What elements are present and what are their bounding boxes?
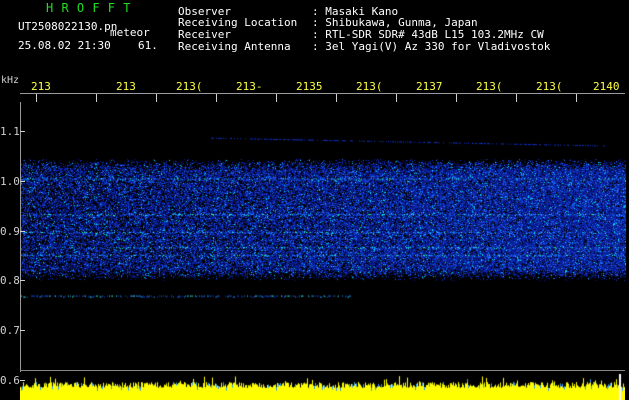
x-tick-label: 213- [236, 80, 263, 93]
y-tick-label: 0.7 [0, 324, 20, 337]
x-tick-label: 213( [176, 80, 203, 93]
x-tick-label: 213( [536, 80, 563, 93]
y-tick-label: 0.6 [0, 374, 20, 387]
y-tick-mark [20, 231, 25, 232]
x-tick-mark [576, 94, 577, 102]
y-tick-mark [20, 280, 25, 281]
x-tick-mark [36, 94, 37, 102]
app-title: H R O F F T [46, 1, 131, 15]
y-tick-label: 1.0 [0, 175, 20, 188]
antenna-value: : 3el Yagi(V) Az 330 for Vladivostok [312, 40, 551, 53]
x-tick-label: 2135 [296, 80, 323, 93]
location-label: Receiving Location [178, 16, 298, 29]
signal-baseline [20, 370, 625, 371]
y-axis-unit: kHz [1, 75, 20, 86]
x-tick-mark [396, 94, 397, 102]
x-tick-mark [336, 94, 337, 102]
x-tick-mark [276, 94, 277, 102]
x-tick-label: 213 [116, 80, 136, 93]
spectrogram [20, 102, 626, 372]
observation-datetime: 25.08.02 21:30 [18, 39, 111, 52]
x-tick-label: 213 [31, 80, 51, 93]
x-tick-label: 213( [356, 80, 383, 93]
y-tick-mark [20, 131, 25, 132]
y-tick-mark [20, 181, 25, 182]
x-tick-mark [96, 94, 97, 102]
file-name: UT2508022130.pn [18, 20, 118, 33]
y-tick-mark [20, 330, 25, 331]
x-tick-mark [516, 94, 517, 102]
observation-type: meteor [110, 26, 150, 39]
x-tick-mark [156, 94, 157, 102]
x-tick-label: 213( [476, 80, 503, 93]
y-tick-label: 0.8 [0, 274, 20, 287]
receiver-label: Receiver [178, 28, 231, 41]
y-tick-label: 0.9 [0, 225, 20, 238]
signal-strength-bar [20, 372, 625, 400]
x-tick-mark [456, 94, 457, 102]
x-tick-mark [216, 94, 217, 102]
location-value: : Shibukawa, Gunma, Japan [312, 16, 478, 29]
y-tick-label: 1.1 [0, 125, 20, 138]
meteor-count: 61. [138, 39, 158, 52]
receiver-value: : RTL-SDR SDR# 43dB L15 103.2MHz CW [312, 28, 544, 41]
y-tick-mark [20, 380, 25, 381]
x-tick-label: 2137 [416, 80, 443, 93]
x-tick-label: 2140 [593, 80, 620, 93]
antenna-label: Receiving Antenna [178, 40, 291, 53]
